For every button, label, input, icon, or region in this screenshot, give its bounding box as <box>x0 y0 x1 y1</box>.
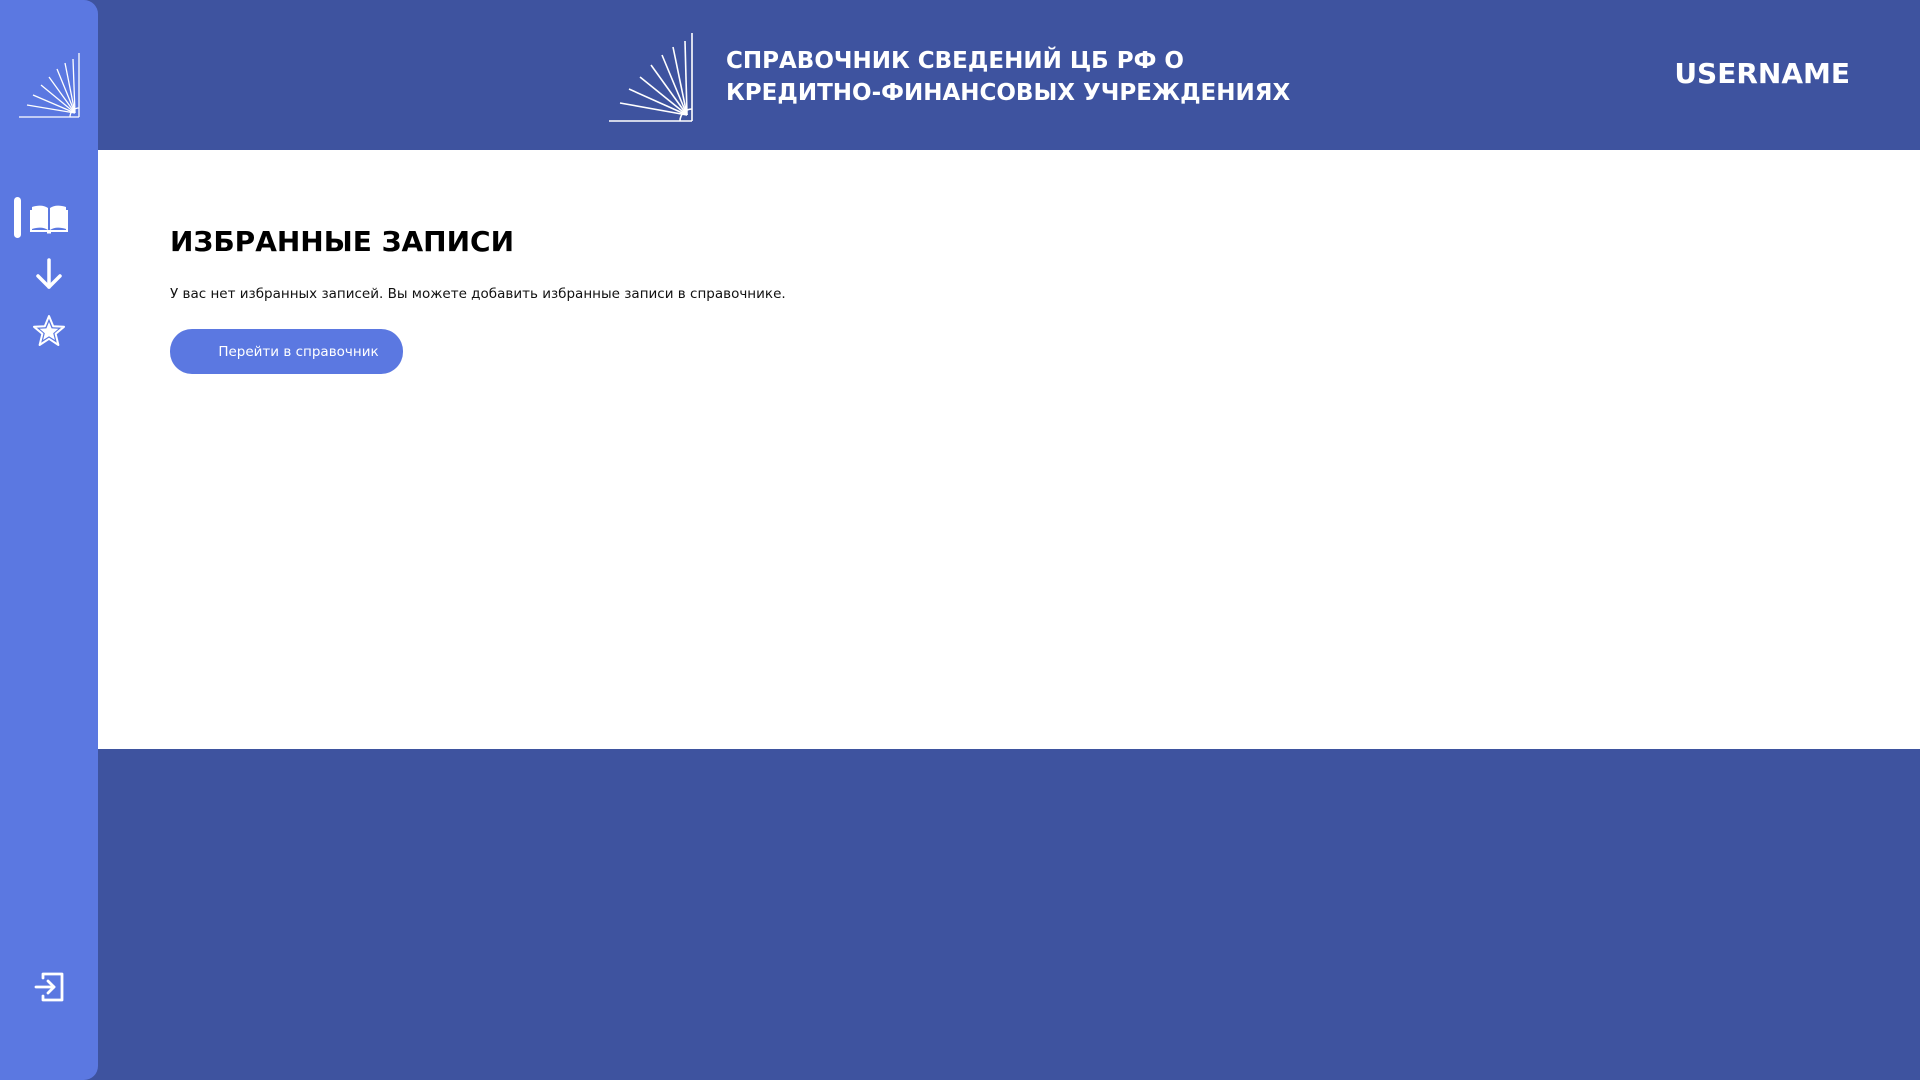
sidebar-item-downloads[interactable] <box>0 251 98 297</box>
star-icon <box>33 315 65 346</box>
header-logo-icon <box>609 33 693 122</box>
header: СПРАВОЧНИК СВЕДЕНИЙ ЦБ РФ О КРЕДИТНО-ФИН… <box>98 0 1920 150</box>
logo-icon <box>19 53 80 118</box>
go-to-directory-button[interactable]: Перейти в справочник <box>170 329 403 374</box>
page-title: ИЗБРАННЫЕ ЗАПИСИ <box>170 225 515 258</box>
logout-icon <box>34 972 64 1002</box>
sidebar <box>0 0 98 1080</box>
app-title: СПРАВОЧНИК СВЕДЕНИЙ ЦБ РФ О КРЕДИТНО-ФИН… <box>726 48 1291 106</box>
empty-state-message: У вас нет избранных записей. Вы можете д… <box>170 286 786 302</box>
logout-button[interactable] <box>0 964 98 1010</box>
main-content: ИЗБРАННЫЕ ЗАПИСИ У вас нет избранных зап… <box>98 150 1920 749</box>
arrow-down-icon <box>36 258 62 289</box>
sidebar-item-directory[interactable] <box>0 195 98 241</box>
username[interactable]: USERNAME <box>1674 56 1850 92</box>
book-icon <box>30 205 68 234</box>
sidebar-item-favorites[interactable] <box>0 308 98 354</box>
